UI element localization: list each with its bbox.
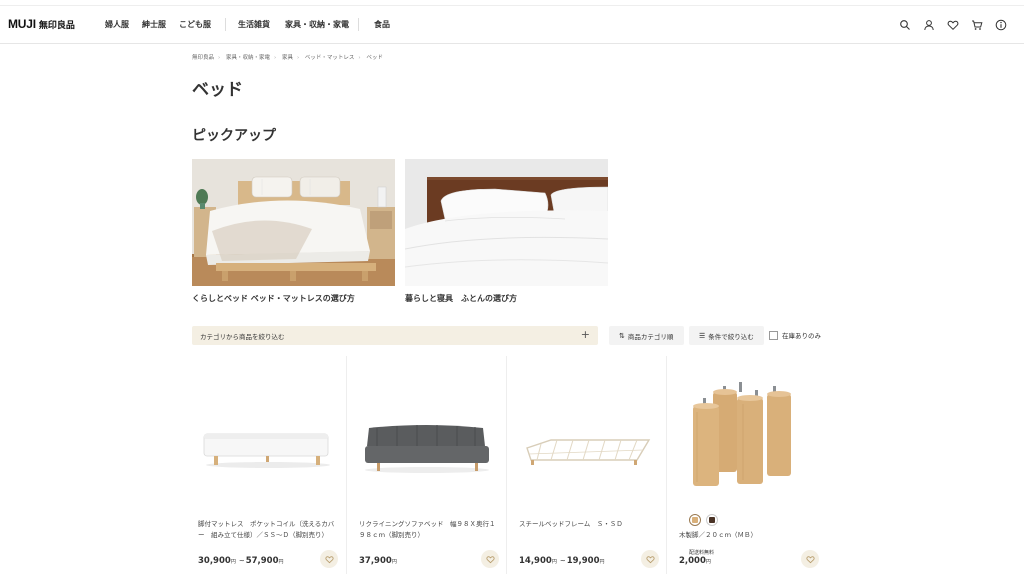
grid-divider bbox=[346, 356, 347, 574]
in-stock-checkbox[interactable]: 在庫ありのみ bbox=[769, 330, 821, 340]
product-name[interactable]: スチールベッドフレーム Ｓ・ＳＤ bbox=[519, 519, 659, 530]
sort-icon: ⇅ bbox=[619, 331, 625, 340]
header-icons bbox=[899, 19, 1007, 31]
pickup-title: ピックアップ bbox=[192, 128, 276, 144]
breadcrumb-item[interactable]: 家具 bbox=[282, 55, 293, 61]
category-filter-label: カテゴリから商品を絞り込む bbox=[200, 333, 285, 341]
breadcrumb-item[interactable]: ベッド・マットレス bbox=[305, 55, 355, 61]
product-card[interactable]: 木製脚／２０ｃｍ（ＭＢ） 配送料無料 2,000円 bbox=[677, 356, 827, 574]
heart-icon bbox=[645, 555, 655, 563]
product-card[interactable]: リクライニングソファベッド 幅９８Ｘ奥行１９８ｃｍ（脚別売り） 37,900円 bbox=[357, 356, 507, 574]
nav-womens[interactable]: 婦人服 bbox=[105, 19, 129, 30]
breadcrumb-current: ベッド bbox=[366, 55, 383, 61]
heart-icon bbox=[324, 555, 334, 563]
account-icon[interactable] bbox=[923, 19, 935, 31]
product-name[interactable]: 脚付マットレス ポケットコイル（洗えるカバー 組み立て仕様）／ＳＳ～Ｄ（脚別売り… bbox=[198, 519, 338, 541]
product-card[interactable]: 脚付マットレス ポケットコイル（洗えるカバー 組み立て仕様）／ＳＳ～Ｄ（脚別売り… bbox=[196, 356, 346, 574]
swatch-dark[interactable] bbox=[706, 514, 718, 526]
plus-icon: + bbox=[580, 328, 590, 341]
product-name[interactable]: リクライニングソファベッド 幅９８Ｘ奥行１９８ｃｍ（脚別売り） bbox=[359, 519, 499, 541]
search-icon[interactable] bbox=[899, 19, 911, 31]
product-image-wooden-legs bbox=[677, 372, 827, 512]
cart-icon[interactable] bbox=[971, 19, 983, 31]
checkbox-box[interactable] bbox=[769, 330, 778, 340]
product-image-sofa-bed bbox=[357, 376, 507, 516]
product-name[interactable]: 木製脚／２０ｃｍ（ＭＢ） bbox=[679, 530, 819, 541]
nav-mens[interactable]: 紳士服 bbox=[142, 19, 166, 30]
nav-kids[interactable]: こども服 bbox=[179, 19, 211, 30]
pickup-card-futon-guide[interactable]: 暮らしと寝具 ふとんの選び方 bbox=[405, 159, 608, 304]
nav-divider bbox=[225, 18, 226, 31]
product-price: 37,900円 bbox=[359, 556, 397, 566]
heart-icon bbox=[805, 555, 815, 563]
favorite-button[interactable] bbox=[641, 550, 659, 568]
nav-furniture[interactable]: 家具・収納・家電 bbox=[285, 19, 349, 30]
nav-household[interactable]: 生活雑貨 bbox=[238, 19, 270, 30]
heart-icon bbox=[485, 555, 495, 563]
pickup-image-bedroom bbox=[192, 159, 395, 286]
sort-button[interactable]: ⇅ 商品カテゴリ順 bbox=[609, 326, 684, 345]
color-swatches bbox=[689, 514, 718, 526]
product-image-steel-frame bbox=[517, 376, 667, 516]
favorite-icon[interactable] bbox=[947, 19, 959, 31]
swatch-natural[interactable] bbox=[689, 514, 701, 526]
nav-divider bbox=[358, 18, 359, 31]
breadcrumb-item[interactable]: 家具・収納・家電 bbox=[226, 55, 270, 61]
product-price: 14,900円 ~19,900円 bbox=[519, 556, 605, 566]
pickup-card-bed-guide[interactable]: くらしとベッド ベッド・マットレスの選び方 bbox=[192, 159, 395, 304]
product-price: 30,900円 ~57,900円 bbox=[198, 556, 284, 566]
sliders-icon: ☰ bbox=[699, 331, 706, 340]
category-filter-toggle[interactable]: カテゴリから商品を絞り込む + bbox=[192, 326, 598, 345]
favorite-button[interactable] bbox=[320, 550, 338, 568]
breadcrumb: 無印良品 › 家具・収納・家電 › 家具 › ベッド・マットレス › ベッド bbox=[192, 55, 383, 61]
muji-logo[interactable]: MUJI 無印良品 bbox=[8, 17, 75, 31]
pickup-caption[interactable]: くらしとベッド ベッド・マットレスの選び方 bbox=[192, 293, 395, 304]
shipping-badge: 配送料無料 bbox=[689, 550, 715, 556]
info-icon[interactable] bbox=[995, 19, 1007, 31]
nav-food[interactable]: 食品 bbox=[374, 19, 390, 30]
product-image-mattress bbox=[196, 376, 346, 516]
condition-filter-button[interactable]: ☰ 条件で絞り込む bbox=[689, 326, 764, 345]
breadcrumb-item[interactable]: 無印良品 bbox=[192, 55, 214, 61]
product-card[interactable]: スチールベッドフレーム Ｓ・ＳＤ 14,900円 ~19,900円 bbox=[517, 356, 667, 574]
pickup-caption[interactable]: 暮らしと寝具 ふとんの選び方 bbox=[405, 293, 608, 304]
pickup-image-bedding bbox=[405, 159, 608, 286]
product-price: 2,000円 bbox=[679, 556, 711, 566]
favorite-button[interactable] bbox=[481, 550, 499, 568]
page-title: ベッド bbox=[192, 80, 243, 100]
site-header: MUJI 無印良品 婦人服 紳士服 こども服 生活雑貨 家具・収納・家電 食品 bbox=[0, 6, 1024, 44]
favorite-button[interactable] bbox=[801, 550, 819, 568]
